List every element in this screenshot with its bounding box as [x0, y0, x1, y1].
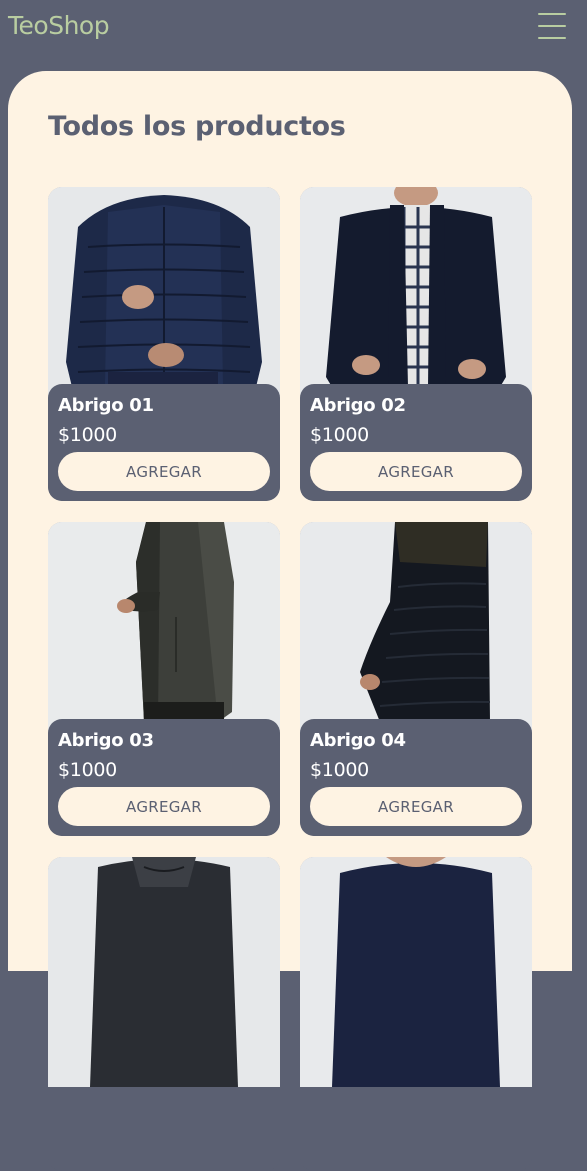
product-card: Abrigo 02 $1000 AGREGAR [300, 187, 532, 501]
product-image-puffer-jacket[interactable] [48, 187, 280, 417]
product-info: Abrigo 01 $1000 AGREGAR [48, 384, 280, 501]
product-card [48, 857, 280, 1171]
product-card [300, 857, 532, 1171]
product-name: Abrigo 01 [58, 395, 154, 416]
product-price: $1000 [310, 424, 369, 446]
hamburger-menu-icon[interactable] [538, 13, 566, 39]
product-image-wool-jacket[interactable] [300, 187, 532, 417]
top-bar: TeoShop [0, 0, 587, 56]
product-price: $1000 [58, 424, 117, 446]
product-name: Abrigo 02 [310, 395, 406, 416]
product-image-dark-puffer-jacket[interactable] [300, 522, 532, 752]
product-image-navy-jacket[interactable] [300, 857, 532, 1087]
product-name: Abrigo 03 [58, 730, 154, 751]
product-card: Abrigo 03 $1000 AGREGAR [48, 522, 280, 836]
add-to-cart-button[interactable]: AGREGAR [310, 787, 522, 826]
add-to-cart-button[interactable]: AGREGAR [58, 452, 270, 491]
product-info: Abrigo 04 $1000 AGREGAR [300, 719, 532, 836]
add-to-cart-button[interactable]: AGREGAR [58, 787, 270, 826]
brand-logo[interactable]: TeoShop [8, 11, 110, 40]
product-price: $1000 [310, 759, 369, 781]
page-title: Todos los productos [48, 111, 346, 142]
product-info: Abrigo 03 $1000 AGREGAR [48, 719, 280, 836]
product-image-gray-jacket[interactable] [48, 522, 280, 752]
product-card: Abrigo 01 $1000 AGREGAR [48, 187, 280, 501]
product-price: $1000 [58, 759, 117, 781]
products-panel: Todos los productos Abrigo 01 $1000 AGRE… [8, 71, 572, 1171]
product-card: Abrigo 04 $1000 AGREGAR [300, 522, 532, 836]
product-name: Abrigo 04 [310, 730, 406, 751]
product-info: Abrigo 02 $1000 AGREGAR [300, 384, 532, 501]
product-image-hooded-jacket[interactable] [48, 857, 280, 1087]
add-to-cart-button[interactable]: AGREGAR [310, 452, 522, 491]
